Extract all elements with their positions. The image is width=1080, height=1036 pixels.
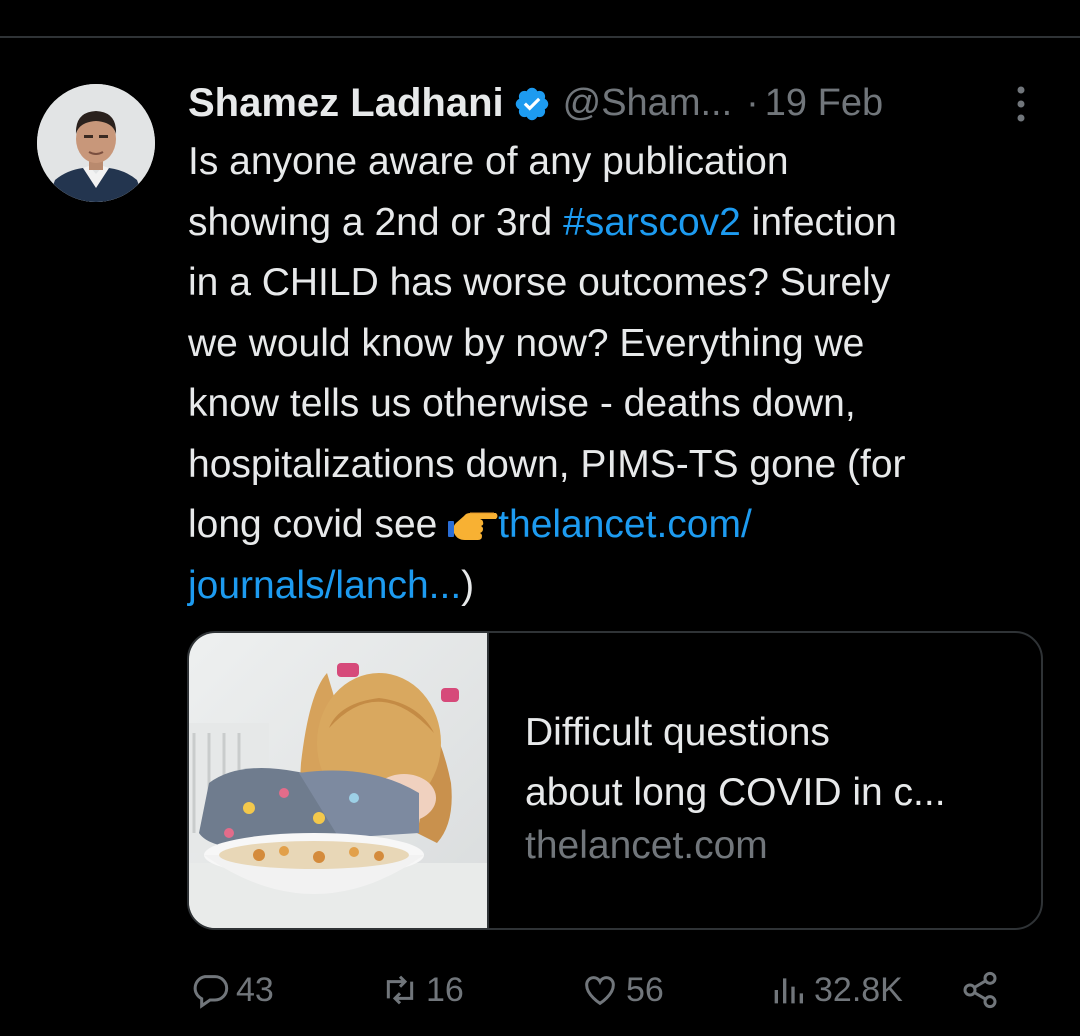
card-image[interactable] [189,633,489,928]
like-icon [585,976,615,1006]
repost-button[interactable]: 16 [380,970,464,1010]
tweet-date[interactable]: 19 Feb [765,82,883,125]
views-button[interactable]: 32.8K [768,970,903,1010]
repost-icon [386,975,414,1005]
card-domain: thelancet.com [525,824,768,867]
tweet-text-line: know tells us otherwise - deaths down, [188,382,856,425]
reply-button[interactable]: 43 [190,970,274,1010]
like-count: 56 [626,970,664,1009]
tweet-text-line: in a CHILD has worse outcomes? Surely [188,261,891,304]
link-preview-card[interactable]: Difficult questions about long COVID in … [187,631,1043,930]
external-link[interactable]: thelancet.com/ [498,503,752,546]
separator-dot: · [746,81,759,124]
tweet-actions: 43 16 56 32.8K [0,960,1080,1030]
author-name[interactable]: Shamez Ladhani [188,81,504,126]
like-button[interactable]: 56 [580,970,664,1010]
repost-count: 16 [426,970,464,1009]
tweet-text-line: long covid see thelancet.com/ [188,503,752,546]
reply-icon [193,975,229,1009]
tweet-text-line: hospitalizations down, PIMS-TS gone (for [188,442,906,486]
avatar[interactable] [37,84,155,202]
share-icon [963,971,997,1009]
tweet-text-line: Is anyone aware of any publication [188,140,789,183]
card-title[interactable]: Difficult questions about long COVID in … [525,703,946,823]
tweet-text-line: showing a 2nd or 3rd #sarscov2 infection [188,200,897,244]
hashtag-link[interactable]: #sarscov2 [563,201,741,244]
reply-count: 43 [236,970,274,1009]
divider [0,36,1080,38]
tweet-text: Is anyone aware of any publication showi… [188,132,1058,616]
pointing-hand-emoji [448,512,498,540]
verified-badge-icon [515,87,548,121]
views-count: 32.8K [814,970,903,1009]
tweet-text-line: we would know by now? Everything we [188,321,865,365]
share-button[interactable] [960,970,1006,1010]
external-link-continued[interactable]: journals/lanch... [188,564,461,607]
more-icon[interactable] [1010,84,1032,124]
views-icon [774,978,803,1004]
author-handle[interactable]: @Sham... [563,82,733,125]
tweet-text-line: journals/lanch...) [188,563,475,607]
tweet-header: Shamez Ladhani @Sham... · 19 Feb [188,78,883,128]
